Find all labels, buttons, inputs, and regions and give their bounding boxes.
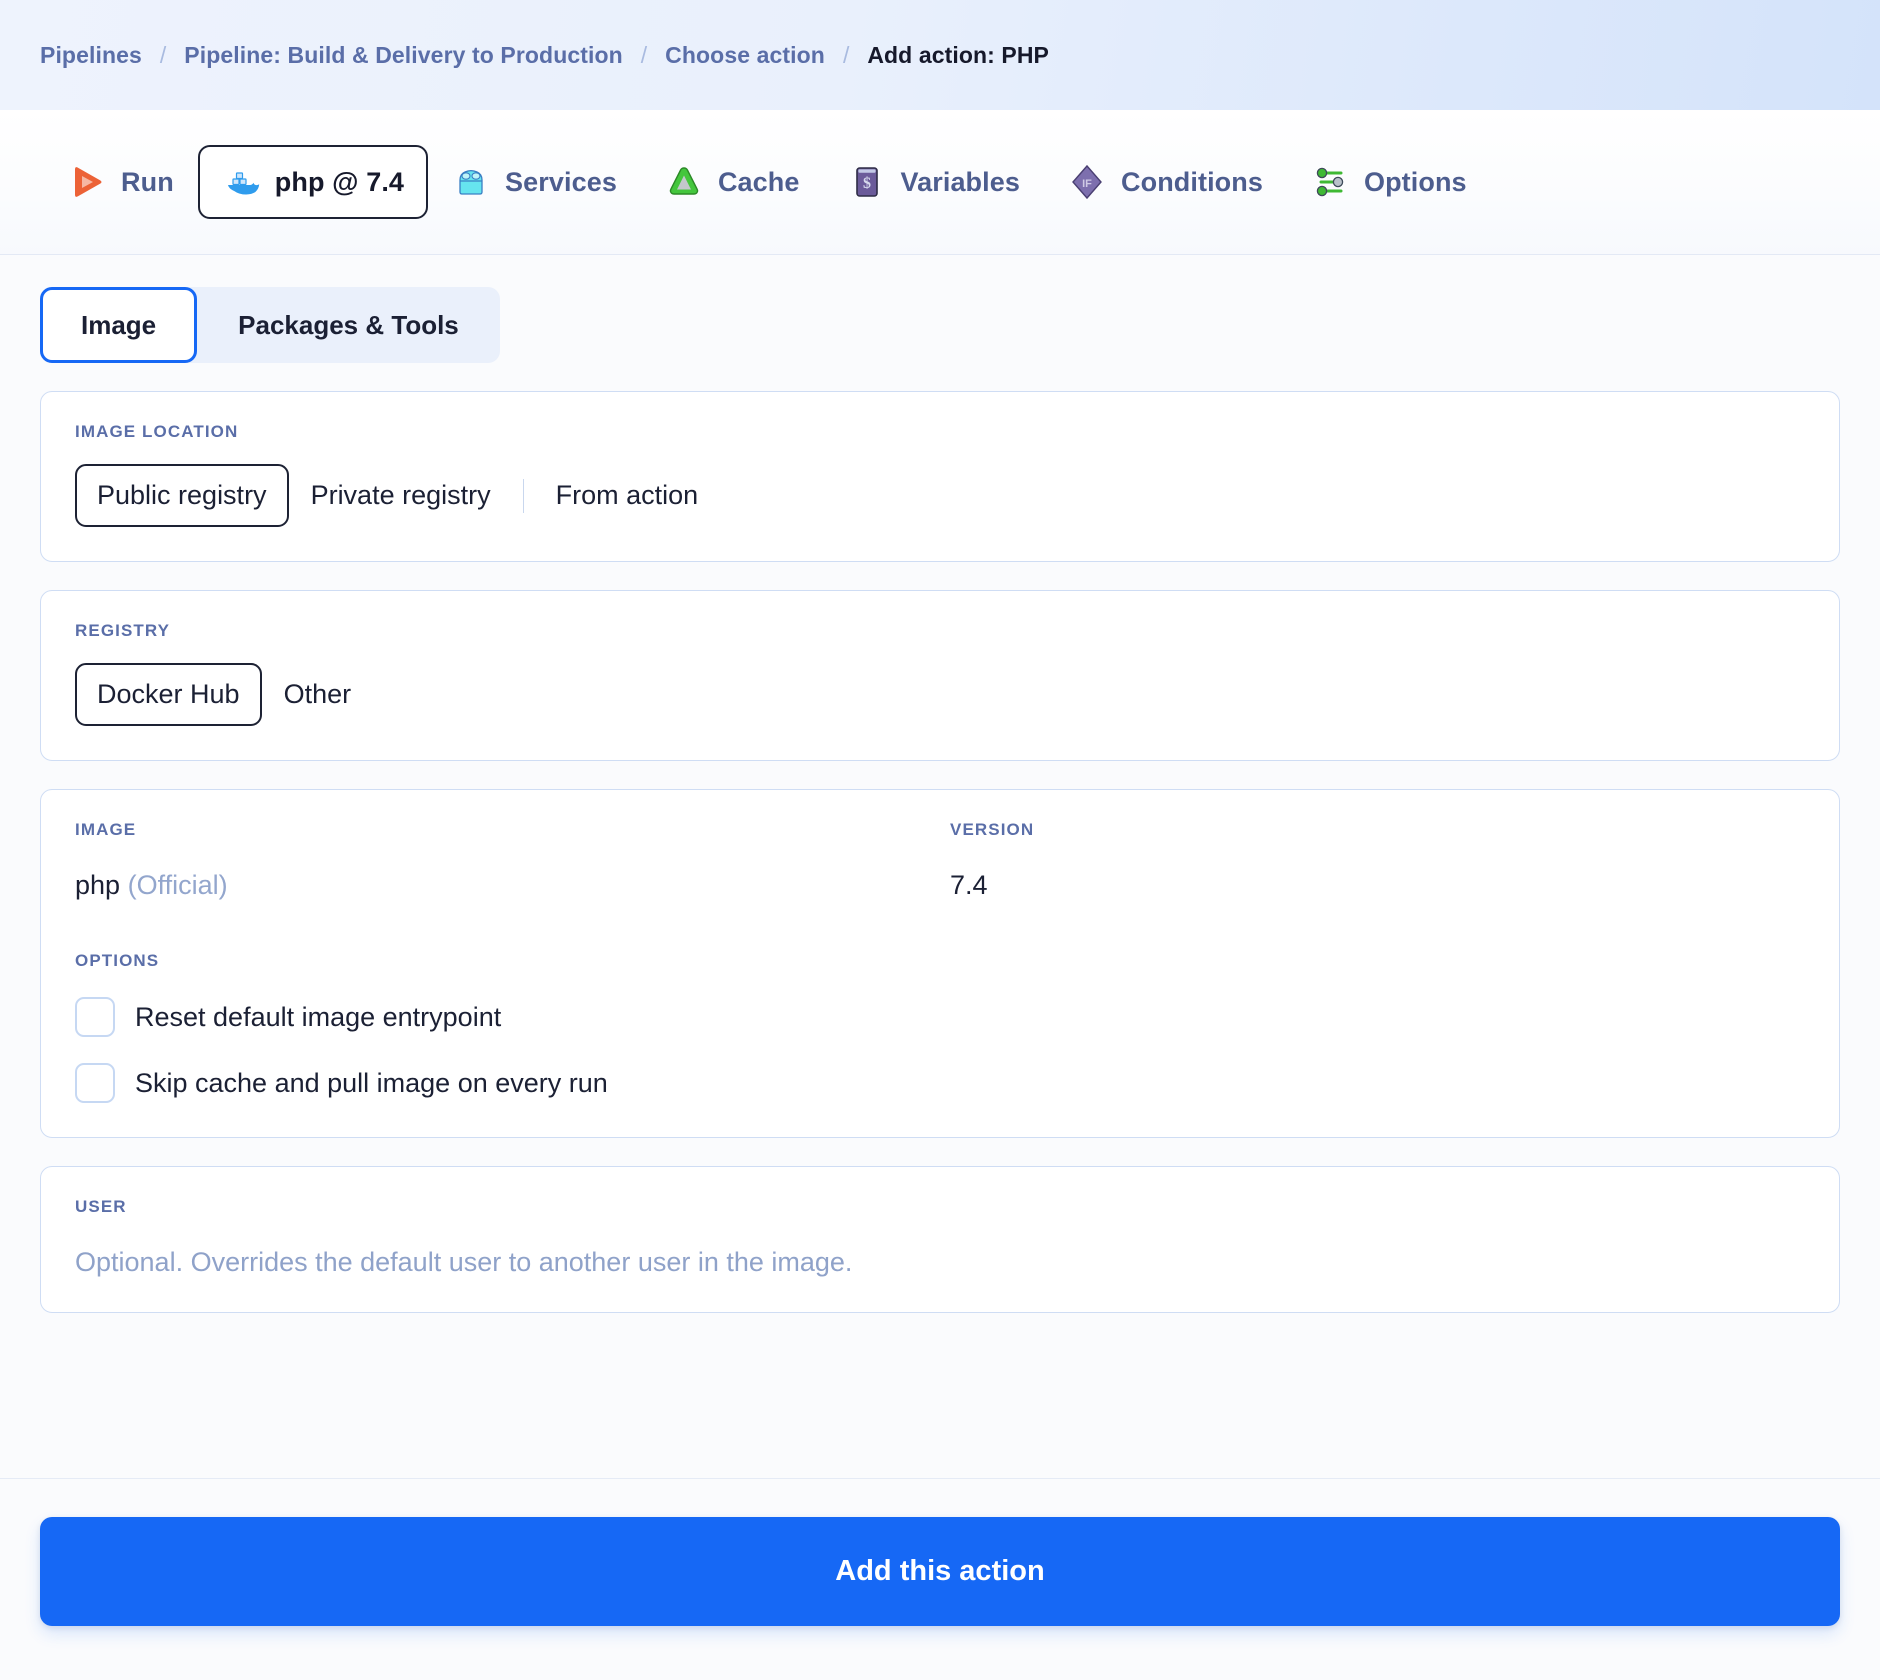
- image-value[interactable]: php (Official): [75, 870, 930, 901]
- user-input[interactable]: Optional. Overrides the default user to …: [75, 1247, 1805, 1278]
- tab-php-label: php @ 7.4: [274, 166, 405, 197]
- registry-options: Docker Hub Other: [75, 663, 1805, 727]
- version-value[interactable]: 7.4: [950, 870, 1805, 901]
- image-subtabs: Image Packages & Tools: [40, 287, 500, 363]
- add-action-php-page: Pipelines / Pipeline: Build & Delivery t…: [0, 0, 1880, 1680]
- play-icon: [68, 163, 106, 201]
- image-options-label: OPTIONS: [75, 951, 160, 971]
- breadcrumb: Pipelines / Pipeline: Build & Delivery t…: [0, 0, 1880, 110]
- footer-bar: Add this action: [0, 1478, 1880, 1680]
- breadcrumb-item-current: Add action: PHP: [867, 41, 1049, 68]
- tab-cache[interactable]: Cache: [641, 145, 824, 219]
- tab-run[interactable]: Run: [44, 145, 198, 219]
- option-other-registry[interactable]: Other: [262, 663, 374, 726]
- if-diamond-icon: IF: [1068, 163, 1106, 201]
- toolbox-icon: [452, 163, 490, 201]
- checkbox-reset-default-image-entrypoint[interactable]: [75, 997, 115, 1038]
- version-column: VERSION 7.4: [950, 820, 1805, 901]
- docker-whale-icon: [222, 163, 260, 201]
- cache-triangle-icon: [665, 163, 703, 201]
- image-name: php: [75, 870, 121, 901]
- action-tab-bar: Run php @ 7.4 Services Cache $ Variables…: [0, 110, 1880, 255]
- main-content: Image Packages & Tools IMAGE LOCATION Pu…: [0, 255, 1880, 1478]
- user-label: USER: [75, 1197, 127, 1217]
- tab-php[interactable]: php @ 7.4: [197, 145, 429, 219]
- dollar-terminal-icon: $: [848, 163, 886, 201]
- sliders-icon: [1311, 163, 1349, 201]
- checkbox-skip-cache-pull-image[interactable]: [75, 1063, 115, 1104]
- registry-label: REGISTRY: [75, 621, 171, 641]
- subtab-image[interactable]: Image: [40, 287, 198, 363]
- breadcrumb-item-pipelines[interactable]: Pipelines: [40, 42, 142, 69]
- image-location-options: Public registry Private registry From ac…: [75, 464, 1805, 528]
- tab-options-label: Options: [1363, 166, 1467, 197]
- svg-text:IF: IF: [1082, 178, 1092, 190]
- subtab-packages-and-tools[interactable]: Packages & Tools: [197, 287, 500, 363]
- option-from-action[interactable]: From action: [534, 464, 721, 527]
- tab-options[interactable]: Options: [1287, 145, 1491, 219]
- image-qualifier: (Official): [127, 870, 228, 901]
- option-docker-hub[interactable]: Docker Hub: [75, 663, 262, 727]
- option-private-registry[interactable]: Private registry: [289, 464, 513, 527]
- tab-conditions-label: Conditions: [1121, 166, 1263, 197]
- image-location-label: IMAGE LOCATION: [75, 422, 239, 441]
- image-column: IMAGE php (Official): [75, 820, 930, 901]
- svg-text:$: $: [863, 175, 871, 192]
- tab-run-label: Run: [121, 166, 174, 197]
- checkbox-label-reset-entrypoint: Reset default image entrypoint: [135, 1001, 502, 1032]
- breadcrumb-item-pipeline[interactable]: Pipeline: Build & Delivery to Production: [184, 42, 623, 69]
- breadcrumb-separator: /: [842, 41, 850, 68]
- checkbox-row-reset-entrypoint[interactable]: Reset default image entrypoint: [75, 997, 1805, 1038]
- breadcrumb-separator: /: [159, 41, 167, 68]
- tab-conditions[interactable]: IF Conditions: [1044, 145, 1287, 219]
- option-divider: [522, 478, 524, 513]
- image-location-card: IMAGE LOCATION Public registry Private r…: [40, 391, 1840, 563]
- image-label: IMAGE: [75, 820, 137, 840]
- version-label: VERSION: [950, 820, 1035, 840]
- user-card: USER Optional. Overrides the default use…: [40, 1166, 1840, 1314]
- tab-variables-label: Variables: [900, 166, 1020, 197]
- option-public-registry[interactable]: Public registry: [75, 464, 289, 528]
- breadcrumb-separator: /: [640, 41, 648, 68]
- tab-variables[interactable]: $ Variables: [824, 145, 1045, 219]
- add-this-action-button[interactable]: Add this action: [40, 1517, 1840, 1626]
- checkbox-row-skip-cache[interactable]: Skip cache and pull image on every run: [75, 1063, 1805, 1104]
- tab-services[interactable]: Services: [428, 145, 641, 219]
- tab-services-label: Services: [505, 166, 617, 197]
- breadcrumb-item-choose-action[interactable]: Choose action: [665, 42, 825, 69]
- image-version-grid: IMAGE php (Official) VERSION 7.4: [75, 820, 1805, 901]
- checkbox-label-skip-cache: Skip cache and pull image on every run: [135, 1067, 608, 1098]
- registry-card: REGISTRY Docker Hub Other: [40, 590, 1840, 762]
- image-details-card: IMAGE php (Official) VERSION 7.4 OPTIONS…: [40, 789, 1840, 1139]
- tab-cache-label: Cache: [717, 166, 800, 197]
